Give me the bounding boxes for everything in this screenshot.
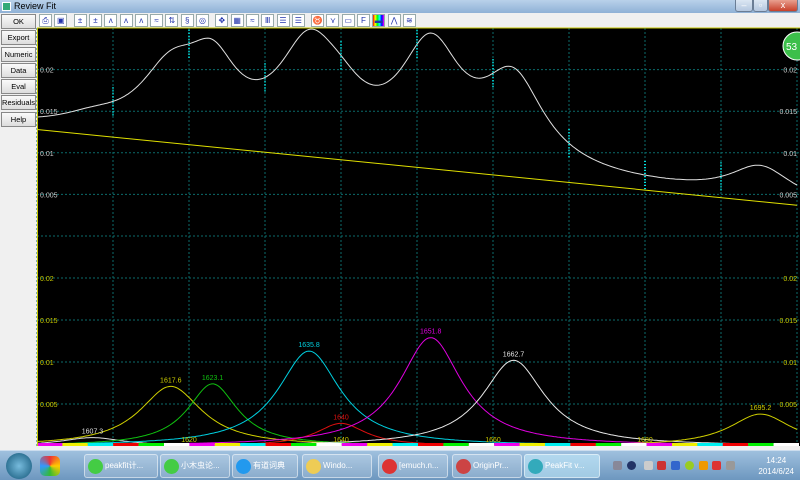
peak-label: 1662.7 [503,351,525,358]
y-tick-label-right: 0.01 [783,360,797,367]
residual-strip [570,443,596,446]
residual-strip [214,443,241,446]
y-tick-label-left: 0.015 [40,318,58,325]
app-icon [456,459,471,474]
taskbar-item[interactable]: 小木虫论... [160,454,230,478]
y-tick-label-left: 0.005 [40,192,58,199]
y-tick-label-right: 0.02 [783,276,797,283]
plot-background [37,28,800,446]
y-tick-label-left: 0.015 [40,109,58,116]
residual-strip [773,443,799,446]
residual-strip [468,443,495,446]
peak-label: 1623.1 [202,375,224,382]
residual-strip [62,443,88,446]
taskbar-item-label: [emuch.n... [399,461,439,470]
clock-date: 2014/6/24 [758,467,794,476]
fit-plot[interactable]: 0.02 0.02 0.015 0.015 0.01 0.01 0.005 0.005 0.02… [0,0,800,450]
y-tick-label-right: 0.015 [779,318,797,325]
peak-label: 1617.6 [160,377,182,384]
app-icon [236,459,251,474]
y-tick-label-right: 0.02 [783,68,797,75]
residual-strip [87,443,114,446]
power-icon[interactable] [726,461,735,470]
y-tick-label-left: 0.005 [40,402,58,409]
app-icon [88,459,103,474]
taskbar-item[interactable]: OriginPr... [452,454,522,478]
taskbar-item-label: OriginPr... [473,461,509,470]
app-icon [306,459,321,474]
residual-strip [722,443,749,446]
residual-strip [316,443,342,446]
taskbar-item[interactable]: [emuch.n... [378,454,448,478]
keyboard-icon[interactable] [613,461,622,470]
help-icon[interactable] [627,461,636,470]
y-tick-label-left: 0.01 [40,151,54,158]
volume-icon[interactable] [657,461,666,470]
network-icon[interactable] [644,461,653,470]
x-tick-label: 1680 [637,437,653,444]
residual-strip [595,443,622,446]
residual-strip [189,443,215,446]
taskbar-item-label: 小木虫论... [181,461,220,470]
y-tick-label-left: 0.02 [40,68,54,75]
residual-strip [291,443,317,446]
taskbar-item[interactable]: PeakFit v... [524,454,600,478]
taskbar-item-label: 有道词典 [253,461,285,470]
residual-strip [494,443,520,446]
residual-strip [265,443,291,446]
residual-strip [519,443,545,446]
residual-strip [341,443,368,446]
residual-strip [138,443,164,446]
x-tick-label: 1640 [333,437,349,444]
app-icon [528,459,543,474]
app-icon [382,459,397,474]
residual-strip [418,443,444,446]
taskbar-item-label: peakfit计... [105,461,144,470]
y-tick-label-right: 0.01 [783,151,797,158]
clock[interactable]: 14:24 2014/6/24 [758,455,794,477]
residual-strip [545,443,571,446]
app-tray-icon[interactable] [685,461,694,470]
peak-label: 1651.8 [420,329,442,336]
pinned-app-icon[interactable] [40,456,60,476]
residual-strip [113,443,139,446]
residual-strip [240,443,266,446]
taskbar-item-label: Windo... [323,461,353,470]
app-icon [164,459,179,474]
residual-strip [621,443,647,446]
residual-strip [37,443,63,446]
y-tick-label-left: 0.01 [40,360,54,367]
residual-strip [748,443,774,446]
x-tick-label: 1660 [485,437,501,444]
taskbar-item-label: PeakFit v... [545,461,585,470]
x-tick-label: 1620 [181,437,197,444]
y-tick-label-left: 0.02 [40,276,54,283]
residual-strip [443,443,469,446]
residual-strip [164,443,190,446]
bluetooth-icon[interactable] [671,461,680,470]
residual-strip [646,443,672,446]
residual-strip [672,443,698,446]
badge-text: 53 [786,42,798,53]
peak-label: 1607.3 [82,429,104,436]
peak-label: 1695.2 [750,405,772,412]
residual-strip [392,443,418,446]
residual-strip [697,443,723,446]
peak-label: 1640 [333,414,349,421]
residual-strip [367,443,393,446]
flag-icon[interactable] [712,461,721,470]
y-tick-label-right: 0.015 [779,109,797,116]
y-tick-label-right: 0.005 [779,192,797,199]
taskbar-item[interactable]: peakfit计... [84,454,158,478]
clock-time: 14:24 [766,456,787,465]
start-button[interactable] [6,453,32,479]
taskbar: peakfit计... 小木虫论... 有道词典 Windo... [emuch.n..… [0,450,800,480]
taskbar-item[interactable]: Windo... [302,454,372,478]
qq-icon[interactable] [699,461,708,470]
y-tick-label-right: 0.005 [779,402,797,409]
peak-label: 1635.8 [298,342,320,349]
taskbar-item[interactable]: 有道词典 [232,454,298,478]
